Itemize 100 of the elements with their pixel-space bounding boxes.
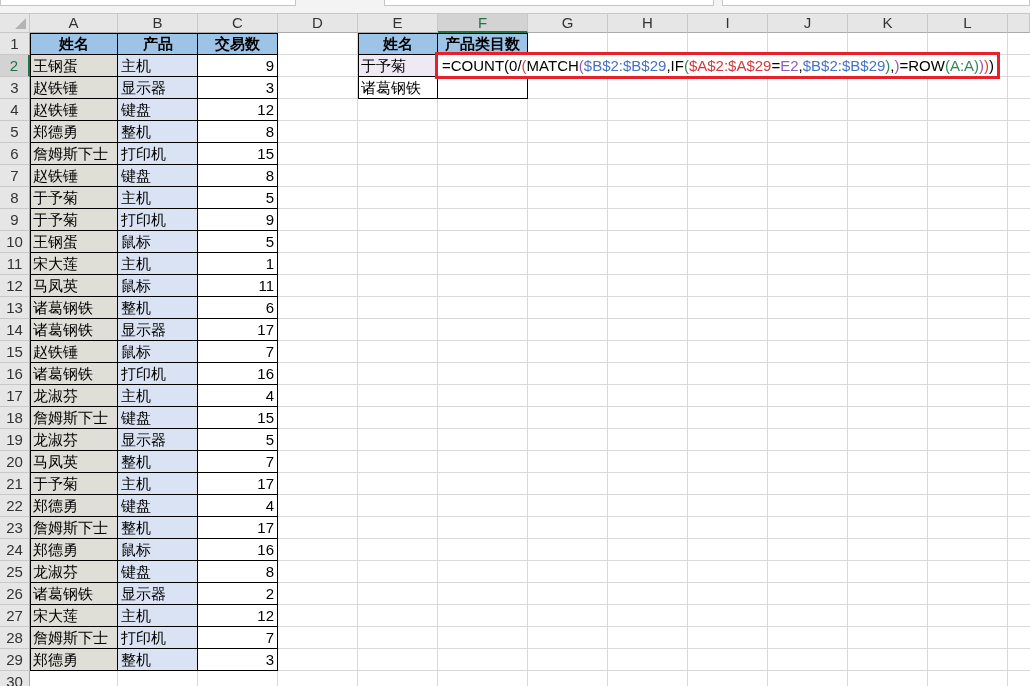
- table-cell: 王钢蛋: [30, 55, 118, 77]
- table-cell: 主机: [118, 187, 198, 209]
- table-cell: 于予菊: [30, 209, 118, 231]
- row-header[interactable]: 24: [0, 539, 30, 561]
- column-header[interactable]: F: [438, 14, 528, 33]
- row-header[interactable]: 23: [0, 517, 30, 539]
- column-header[interactable]: B: [118, 14, 198, 33]
- table-cell: 诸葛钢铁: [30, 297, 118, 319]
- table-cell: 龙淑芬: [30, 561, 118, 583]
- row-header[interactable]: 26: [0, 583, 30, 605]
- table-cell: 8: [198, 561, 278, 583]
- table-cell: 打印机: [118, 209, 198, 231]
- row-header[interactable]: 10: [0, 231, 30, 253]
- table-cell: 16: [198, 363, 278, 385]
- table-cell: 4: [198, 495, 278, 517]
- table-cell: 键盘: [118, 407, 198, 429]
- table-cell: 赵铁锤: [30, 99, 118, 121]
- table-cell: 郑德勇: [30, 649, 118, 671]
- table-cell: 詹姆斯下士: [30, 627, 118, 649]
- row-header[interactable]: 7: [0, 165, 30, 187]
- row-header[interactable]: 20: [0, 451, 30, 473]
- table-cell: 7: [198, 341, 278, 363]
- row-header[interactable]: 2: [0, 55, 30, 77]
- table-cell: 17: [198, 473, 278, 495]
- row-header[interactable]: 19: [0, 429, 30, 451]
- table-cell: 宋大莲: [30, 605, 118, 627]
- table-cell: 显示器: [118, 319, 198, 341]
- table-cell: 主机: [118, 55, 198, 77]
- row-header[interactable]: 22: [0, 495, 30, 517]
- column-header[interactable]: H: [608, 14, 688, 33]
- row-header[interactable]: 21: [0, 473, 30, 495]
- table-cell: 显示器: [118, 429, 198, 451]
- row-header[interactable]: 25: [0, 561, 30, 583]
- table-cell: 1: [198, 253, 278, 275]
- table-cell: 詹姆斯下士: [30, 407, 118, 429]
- table-cell: 赵铁锤: [30, 77, 118, 99]
- table-cell: 6: [198, 297, 278, 319]
- table-cell: 鼠标: [118, 539, 198, 561]
- row-header[interactable]: 8: [0, 187, 30, 209]
- row-header[interactable]: 5: [0, 121, 30, 143]
- name-box[interactable]: [0, 0, 296, 6]
- table-cell: 诸葛钢铁: [30, 363, 118, 385]
- formula-input-field[interactable]: =COUNT(0/(MATCH($B$2:$B$29,IF($A$2:$A$29=E2,$B$2:$B$29),)=ROW(A:A)))): [435, 52, 1000, 79]
- column-header[interactable]: [1008, 14, 1030, 33]
- row-header[interactable]: 16: [0, 363, 30, 385]
- column-header[interactable]: E: [358, 14, 438, 33]
- table-cell: 郑德勇: [30, 495, 118, 517]
- column-header[interactable]: K: [848, 14, 928, 33]
- formula-bar[interactable]: [722, 0, 1030, 6]
- column-header[interactable]: D: [278, 14, 358, 33]
- row-header[interactable]: 27: [0, 605, 30, 627]
- row-header[interactable]: 17: [0, 385, 30, 407]
- table-cell: 显示器: [118, 583, 198, 605]
- table-cell: 键盘: [118, 495, 198, 517]
- table-cell: 于予菊: [30, 473, 118, 495]
- table-cell: 12: [198, 605, 278, 627]
- table-cell: 12: [198, 99, 278, 121]
- table-cell: 主机: [118, 253, 198, 275]
- select-all-corner[interactable]: [0, 14, 30, 33]
- table-cell: 3: [198, 649, 278, 671]
- row-header[interactable]: 3: [0, 77, 30, 99]
- row-header[interactable]: 15: [0, 341, 30, 363]
- row-header[interactable]: 11: [0, 253, 30, 275]
- row-header[interactable]: 18: [0, 407, 30, 429]
- table-cell: 鼠标: [118, 341, 198, 363]
- row-header[interactable]: 12: [0, 275, 30, 297]
- column-heading: 产品: [118, 33, 198, 55]
- row-header[interactable]: 14: [0, 319, 30, 341]
- table-cell: 8: [198, 121, 278, 143]
- row-header[interactable]: 4: [0, 99, 30, 121]
- column-header[interactable]: G: [528, 14, 608, 33]
- table-cell: 2: [198, 583, 278, 605]
- row-header[interactable]: 6: [0, 143, 30, 165]
- table-cell: 4: [198, 385, 278, 407]
- table-cell: 诸葛钢铁: [358, 77, 438, 99]
- column-header[interactable]: A: [30, 14, 118, 33]
- table-cell: 整机: [118, 451, 198, 473]
- table-cell: 郑德勇: [30, 121, 118, 143]
- column-header[interactable]: L: [928, 14, 1008, 33]
- table-cell: 主机: [118, 385, 198, 407]
- row-header[interactable]: 28: [0, 627, 30, 649]
- table-cell: 整机: [118, 297, 198, 319]
- table-cell: 龙淑芬: [30, 429, 118, 451]
- table-cell: 3: [198, 77, 278, 99]
- row-header[interactable]: 9: [0, 209, 30, 231]
- column-header[interactable]: I: [688, 14, 768, 33]
- row-header[interactable]: 1: [0, 33, 30, 55]
- table-cell: 7: [198, 451, 278, 473]
- table-cell: 5: [198, 231, 278, 253]
- table-cell: 9: [198, 55, 278, 77]
- column-header[interactable]: J: [768, 14, 848, 33]
- row-header[interactable]: 13: [0, 297, 30, 319]
- column-heading: 姓名: [358, 33, 438, 55]
- table-cell: 赵铁锤: [30, 165, 118, 187]
- table-cell: 键盘: [118, 561, 198, 583]
- table-cell: 整机: [118, 121, 198, 143]
- table-cell: 鼠标: [118, 275, 198, 297]
- column-header[interactable]: C: [198, 14, 278, 33]
- row-header[interactable]: 29: [0, 649, 30, 671]
- column-heading: 产品类目数: [438, 33, 528, 55]
